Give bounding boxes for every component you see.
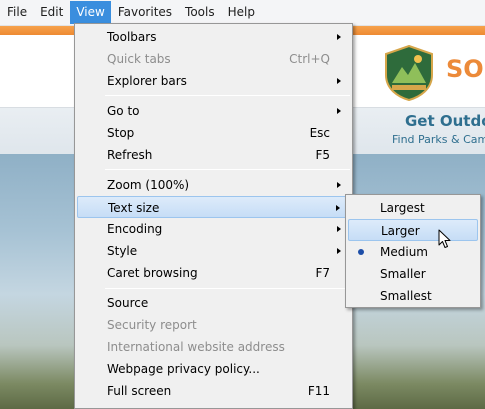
menu-item-label: Smaller bbox=[380, 267, 426, 281]
view-menu-item-style[interactable]: Style bbox=[77, 240, 350, 262]
menu-item-label: Larger bbox=[381, 224, 420, 238]
view-menu-item-international-address[interactable]: International website address bbox=[77, 336, 350, 358]
menu-edit[interactable]: Edit bbox=[34, 1, 69, 24]
text-size-smaller[interactable]: Smaller bbox=[348, 263, 478, 285]
menu-item-label: Toolbars bbox=[107, 30, 157, 44]
menu-item-label: Zoom (100%) bbox=[107, 178, 190, 192]
menu-item-label: Quick tabs bbox=[107, 52, 171, 66]
text-size-smallest[interactable]: Smallest bbox=[348, 285, 478, 307]
menu-item-label: Smallest bbox=[380, 289, 432, 303]
menu-item-label: International website address bbox=[107, 340, 285, 354]
view-menu-item-encoding[interactable]: Encoding bbox=[77, 218, 350, 240]
menu-item-label: Stop bbox=[107, 126, 135, 140]
menu-item-label: Explorer bars bbox=[107, 74, 187, 88]
menu-separator bbox=[105, 95, 350, 96]
view-menu-item-full-screen[interactable]: Full screen F11 bbox=[77, 380, 350, 402]
menu-favorites[interactable]: Favorites bbox=[112, 1, 178, 24]
view-menu-item-quick-tabs[interactable]: Quick tabs Ctrl+Q bbox=[77, 48, 350, 70]
menu-item-label: Largest bbox=[380, 201, 425, 215]
view-menu-item-explorer-bars[interactable]: Explorer bars bbox=[77, 70, 350, 92]
mouse-pointer-icon bbox=[438, 229, 451, 248]
menu-separator bbox=[105, 288, 350, 289]
promo-subtitle[interactable]: Find Parks & Camp bbox=[392, 133, 485, 146]
menu-item-label: Refresh bbox=[107, 148, 153, 162]
menu-help[interactable]: Help bbox=[222, 1, 261, 24]
menu-file[interactable]: File bbox=[1, 1, 33, 24]
submenu-arrow-icon bbox=[337, 248, 341, 254]
submenu-arrow-icon bbox=[337, 108, 341, 114]
text-size-larger[interactable]: Larger bbox=[348, 219, 478, 241]
view-menu-item-go-to[interactable]: Go to bbox=[77, 100, 350, 122]
view-menu-item-zoom[interactable]: Zoom (100%) bbox=[77, 174, 350, 196]
text-size-largest[interactable]: Largest bbox=[348, 197, 478, 219]
menu-item-label: Medium bbox=[380, 245, 428, 259]
view-menu-item-security-report[interactable]: Security report bbox=[77, 314, 350, 336]
promo-title[interactable]: Get Outdo bbox=[405, 112, 485, 130]
submenu-arrow-icon bbox=[337, 226, 341, 232]
view-menu-item-stop[interactable]: Stop Esc bbox=[77, 122, 350, 144]
menu-tools[interactable]: Tools bbox=[179, 1, 221, 24]
menu-item-label: Security report bbox=[107, 318, 197, 332]
text-size-medium[interactable]: Medium bbox=[348, 241, 478, 263]
menu-item-label: Caret browsing bbox=[107, 266, 198, 280]
view-menu-item-caret-browsing[interactable]: Caret browsing F7 bbox=[77, 262, 350, 284]
menu-item-shortcut: F5 bbox=[315, 148, 330, 162]
submenu-arrow-icon bbox=[336, 205, 340, 211]
menu-item-label: Full screen bbox=[107, 384, 172, 398]
text-size-submenu: Largest Larger Medium Smaller Smallest bbox=[345, 194, 481, 308]
menu-item-shortcut: F7 bbox=[315, 266, 330, 280]
menu-item-label: Go to bbox=[107, 104, 140, 118]
menu-item-label: Style bbox=[107, 244, 138, 258]
submenu-arrow-icon bbox=[337, 182, 341, 188]
view-menu-item-text-size[interactable]: Text size bbox=[77, 196, 350, 218]
menu-separator bbox=[105, 169, 350, 170]
menu-item-shortcut: Esc bbox=[309, 126, 330, 140]
submenu-arrow-icon bbox=[337, 34, 341, 40]
submenu-arrow-icon bbox=[337, 78, 341, 84]
menu-item-shortcut: Ctrl+Q bbox=[289, 52, 330, 66]
menu-item-shortcut: F11 bbox=[307, 384, 330, 398]
view-menu-item-source[interactable]: Source bbox=[77, 292, 350, 314]
site-logo-text[interactable]: SON bbox=[446, 55, 485, 83]
menu-item-label: Webpage privacy policy... bbox=[107, 362, 260, 376]
view-menu-item-toolbars[interactable]: Toolbars bbox=[77, 26, 350, 48]
menu-item-label: Text size bbox=[108, 201, 160, 215]
regional-parks-badge-icon bbox=[385, 45, 433, 101]
menu-item-label: Source bbox=[107, 296, 149, 310]
menu-view[interactable]: View bbox=[70, 1, 111, 24]
radio-dot-icon bbox=[358, 249, 364, 255]
view-menu-item-refresh[interactable]: Refresh F5 bbox=[77, 144, 350, 166]
view-menu-item-privacy-policy[interactable]: Webpage privacy policy... bbox=[77, 358, 350, 380]
view-menu-dropdown: Toolbars Quick tabs Ctrl+Q Explorer bars… bbox=[74, 23, 353, 409]
menu-item-label: Encoding bbox=[107, 222, 163, 236]
